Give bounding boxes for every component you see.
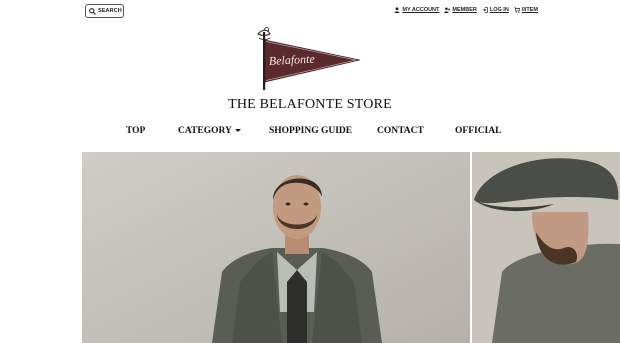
utility-nav: MY ACCOUNT MEMBER LOG IN 0ITEM [394, 5, 538, 15]
nav-shopping-guide-label: SHOPPING GUIDE [269, 126, 353, 136]
search-icon [89, 7, 96, 15]
nav-top-label: TOP [126, 126, 146, 136]
nav-top[interactable]: TOP [126, 126, 145, 136]
nav-shopping-guide[interactable]: SHOPPING GUIDE [269, 126, 352, 136]
user-plus-icon [444, 7, 451, 13]
login-link[interactable]: LOG IN [482, 7, 509, 13]
main-nav: TOP CATEGORY SHOPPING GUIDE CONTACT OFFI… [0, 126, 620, 144]
cart-label: 0ITEM [521, 7, 538, 13]
my-account-label: MY ACCOUNT [402, 7, 440, 13]
member-label: MEMBER [452, 7, 477, 13]
store-title: THE BELAFONTE STORE [228, 97, 392, 112]
cart-icon [514, 7, 520, 13]
search-button-label: SEARCH [98, 8, 122, 14]
nav-contact[interactable]: CONTACT [377, 126, 424, 136]
nav-official[interactable]: OFFICIAL [455, 126, 501, 136]
member-link[interactable]: MEMBER [444, 7, 477, 13]
hero-photo-man-cap [472, 152, 620, 343]
pennant-text: Belafonte [268, 52, 315, 68]
search-button[interactable]: SEARCH [85, 4, 124, 18]
nav-category[interactable]: CATEGORY [178, 126, 241, 136]
caret-down-icon [234, 129, 241, 133]
belafonte-logo[interactable]: Belafonte [256, 26, 362, 92]
hero-photo-man-jacket [82, 152, 470, 343]
hero-image-secondary[interactable] [472, 152, 620, 343]
my-account-link[interactable]: MY ACCOUNT [394, 7, 439, 13]
nav-contact-label: CONTACT [377, 126, 424, 136]
hero-image-main[interactable] [82, 152, 470, 343]
user-icon [395, 7, 400, 13]
login-label: LOG IN [489, 7, 509, 13]
cart-link[interactable]: 0ITEM [514, 7, 538, 13]
nav-official-label: OFFICIAL [455, 126, 502, 136]
login-icon [482, 7, 488, 13]
nav-category-label: CATEGORY [178, 126, 232, 136]
